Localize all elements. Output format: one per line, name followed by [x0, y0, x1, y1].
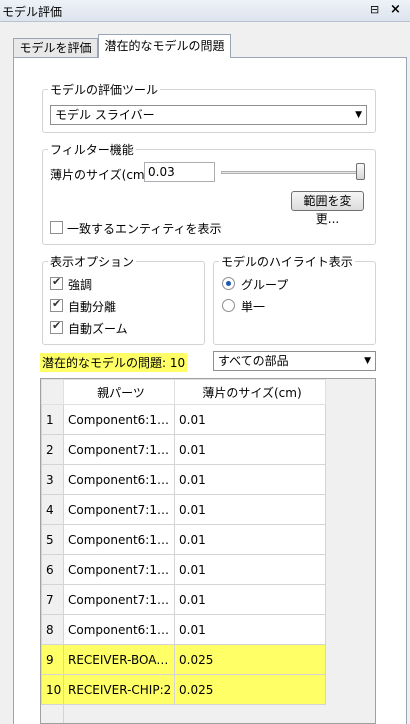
column-header-parent-part[interactable]: 親パーツ: [63, 379, 175, 405]
tab-evaluate-model[interactable]: モデルを評価: [13, 38, 98, 57]
close-icon[interactable]: ×: [390, 2, 401, 17]
row-number-cell[interactable]: 7: [41, 584, 64, 615]
auto-zoom-label: 自動ズーム: [68, 322, 128, 336]
parent-part-cell[interactable]: Component6:1…: [63, 524, 175, 555]
window-title: モデル評価: [2, 5, 63, 19]
table-row[interactable]: 7 Component7:1… 0.01: [41, 584, 326, 615]
auto-zoom-checkbox[interactable]: [50, 319, 63, 334]
display-options-group-label: 表示オプション: [48, 253, 137, 270]
emphasis-checkbox[interactable]: [50, 275, 63, 290]
issues-count-label: 潜在的なモデルの問題: 10: [40, 353, 188, 372]
tab-potential-issues[interactable]: 潜在的なモデルの問題: [98, 34, 231, 58]
emphasis-label: 強調: [68, 278, 93, 292]
filter-group-label: フィルター機能: [48, 141, 136, 158]
parent-part-cell[interactable]: RECEIVER-BOA…: [63, 644, 175, 675]
eval-tool-group-label: モデルの評価ツール: [48, 81, 161, 98]
row-number-cell[interactable]: 9: [41, 644, 64, 675]
parts-filter-select[interactable]: すべての部品 ▼: [213, 351, 376, 371]
parent-part-cell[interactable]: Component7:1…: [63, 494, 175, 525]
row-header-corner: [41, 379, 64, 405]
issues-table: 親パーツ 薄片のサイズ(cm) 1 Component6:1… 0.01 2 Compo…: [41, 379, 326, 705]
parent-part-cell[interactable]: Component7:1…: [63, 554, 175, 585]
group-radio-label: グループ: [241, 278, 289, 292]
chevron-down-icon: ▼: [355, 110, 362, 120]
chevron-down-icon: ▼: [364, 356, 371, 366]
sliver-size-slider-thumb[interactable]: [356, 163, 365, 180]
sliver-size-input[interactable]: 0.03: [144, 162, 215, 182]
sliver-size-cell[interactable]: 0.01: [174, 524, 326, 555]
sliver-size-cell[interactable]: 0.025: [174, 644, 326, 675]
sliver-size-cell[interactable]: 0.01: [174, 434, 326, 465]
row-number-cell[interactable]: 5: [41, 524, 64, 555]
model-highlight-group-label: モデルのハイライト表示: [219, 253, 355, 270]
sliver-size-cell[interactable]: 0.01: [174, 404, 326, 435]
show-matching-label: 一致するエンティティを表示: [67, 222, 222, 236]
show-matching-checkbox[interactable]: [50, 221, 63, 234]
sliver-size-slider-track[interactable]: [221, 171, 365, 174]
change-range-button[interactable]: 範囲を変更...: [291, 191, 364, 226]
table-row[interactable]: 8 Component6:1… 0.01: [41, 614, 326, 645]
parent-part-cell[interactable]: Component6:1…: [63, 464, 175, 495]
row-number-cell[interactable]: 3: [41, 464, 64, 495]
auto-isolate-checkbox[interactable]: [50, 297, 63, 312]
sliver-size-cell[interactable]: 0.01: [174, 614, 326, 645]
sliver-size-cell[interactable]: 0.01: [174, 494, 326, 525]
single-radio-label: 単一: [241, 300, 266, 314]
row-number-cell[interactable]: 8: [41, 614, 64, 645]
row-number-cell[interactable]: 10: [41, 674, 64, 705]
sliver-size-cell[interactable]: 0.025: [174, 674, 326, 705]
table-row[interactable]: 2 Component7:1… 0.01: [41, 434, 326, 465]
column-header-sliver-size[interactable]: 薄片のサイズ(cm): [174, 379, 326, 405]
sliver-size-cell[interactable]: 0.01: [174, 464, 326, 495]
table-row[interactable]: 5 Component6:1… 0.01: [41, 524, 326, 555]
parts-filter-select-value: すべての部品: [218, 354, 289, 368]
model-highlight-group: [213, 261, 376, 345]
parent-part-cell[interactable]: Component6:1…: [63, 404, 175, 435]
parent-part-cell[interactable]: Component6:1…: [63, 614, 175, 645]
parent-part-cell[interactable]: RECEIVER-CHIP:2: [63, 674, 175, 705]
sliver-size-cell[interactable]: 0.01: [174, 584, 326, 615]
table-row[interactable]: 4 Component7:1… 0.01: [41, 494, 326, 525]
row-number-cell[interactable]: 6: [41, 554, 64, 585]
table-row[interactable]: 10 RECEIVER-CHIP:2 0.025: [41, 674, 326, 705]
eval-tool-select[interactable]: モデル スライバー ▼: [50, 105, 367, 125]
pin-icon[interactable]: ⊟: [370, 3, 379, 16]
row-number-cell[interactable]: 4: [41, 494, 64, 525]
group-radio[interactable]: [222, 277, 235, 290]
single-radio[interactable]: [222, 299, 235, 312]
sliver-size-cell[interactable]: 0.01: [174, 554, 326, 585]
issues-grid[interactable]: 親パーツ 薄片のサイズ(cm) 1 Component6:1… 0.01 2 Compo…: [40, 378, 376, 724]
sliver-size-label: 薄片のサイズ(cm): [50, 168, 150, 182]
window-titlebar: モデル評価 ⊟ ×: [0, 0, 410, 22]
eval-tool-select-value: モデル スライバー: [55, 108, 155, 122]
table-row[interactable]: 3 Component6:1… 0.01: [41, 464, 326, 495]
table-header-row: 親パーツ 薄片のサイズ(cm): [41, 379, 326, 405]
table-row[interactable]: 9 RECEIVER-BOA… 0.025: [41, 644, 326, 675]
parent-part-cell[interactable]: Component7:1…: [63, 584, 175, 615]
table-row[interactable]: 1 Component6:1… 0.01: [41, 404, 326, 435]
row-number-cell[interactable]: 2: [41, 434, 64, 465]
table-row[interactable]: 6 Component7:1… 0.01: [41, 554, 326, 585]
row-number-cell[interactable]: 1: [41, 404, 64, 435]
parent-part-cell[interactable]: Component7:1…: [63, 434, 175, 465]
auto-isolate-label: 自動分離: [68, 300, 117, 314]
